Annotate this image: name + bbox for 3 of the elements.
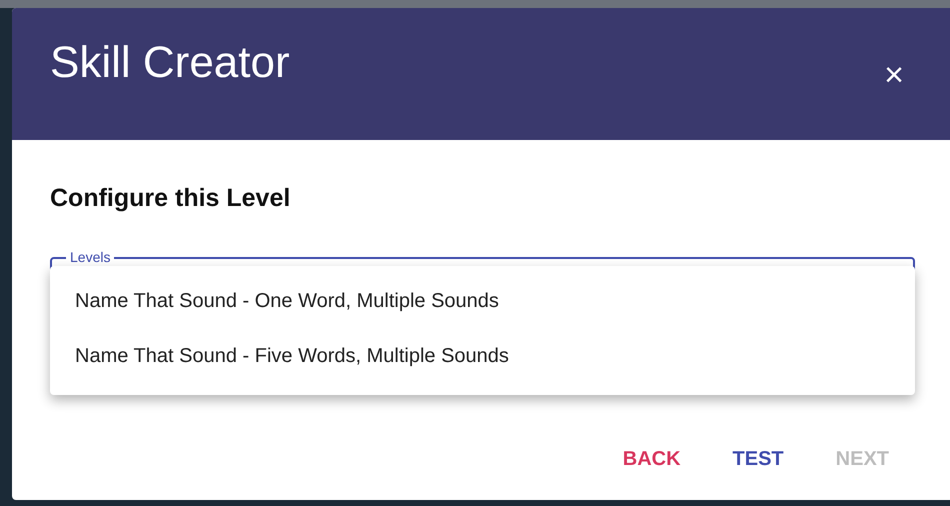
dialog-title: Skill Creator	[50, 38, 290, 88]
field-label: Levels	[66, 249, 114, 265]
section-heading: Configure this Level	[50, 184, 292, 213]
